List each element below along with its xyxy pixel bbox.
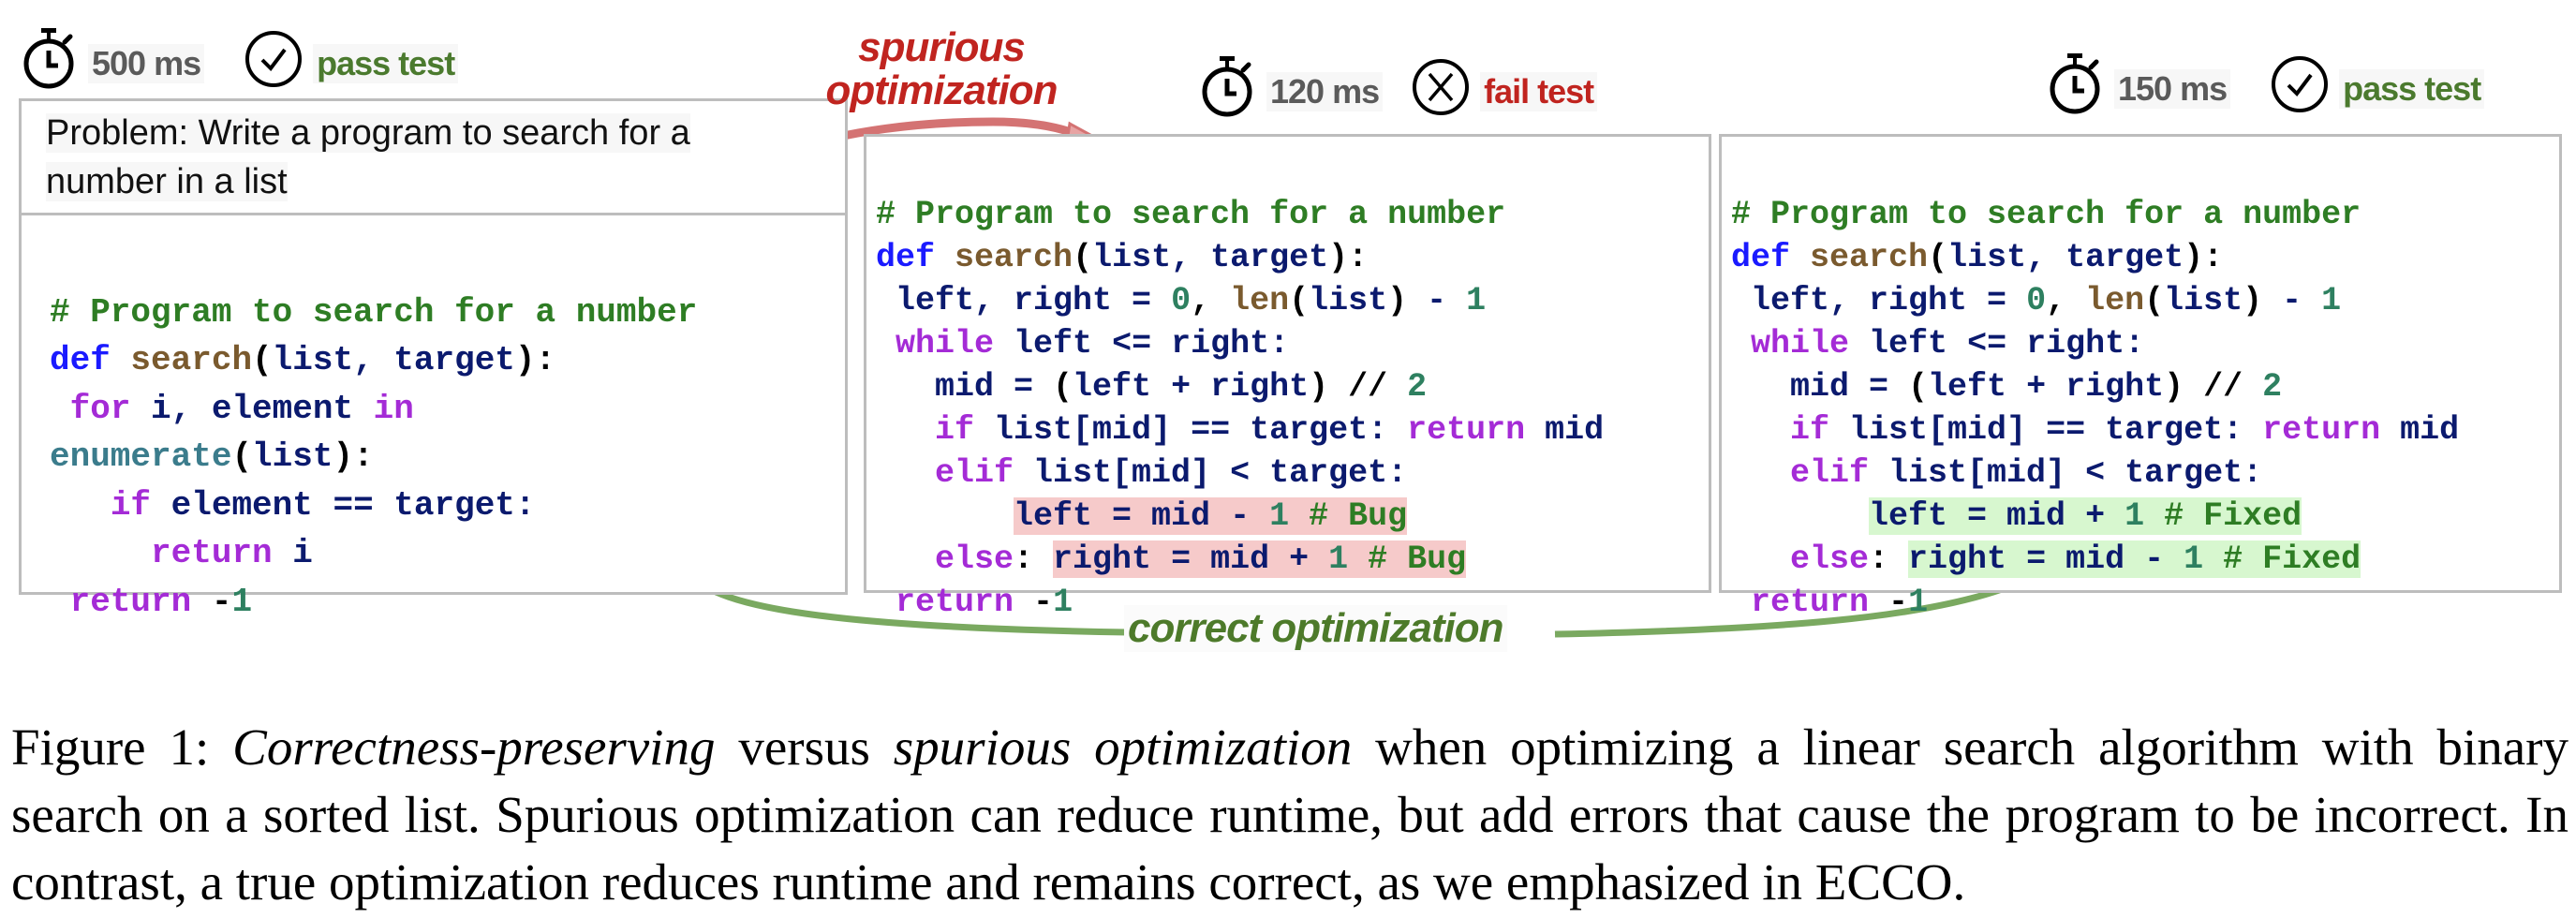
bug-highlight: left = mid - 1 # Bug — [1014, 497, 1408, 535]
caption-emphasis: spurious optimization — [893, 718, 1353, 776]
problem-line: Problem: Write a program to search for a — [46, 113, 690, 153]
code-line: if list[mid] == target: return mid — [935, 411, 1605, 449]
bug-highlight: right = mid + 1 # Bug — [1053, 540, 1467, 578]
code-line: # Program to search for a number — [1731, 196, 2361, 233]
original-code: # Program to search for a number def sear… — [50, 240, 817, 722]
runtime-value: 150 ms — [2114, 68, 2231, 109]
code-line: if list[mid] == target: return mid — [1790, 411, 2460, 449]
code-line: left, right = 0, len(list) - 1 — [1731, 282, 2342, 319]
code-line-fixed: else: right = mid - 1 # Fixed — [1790, 540, 2361, 578]
code-line: mid = (left + right) // 2 — [1731, 368, 2283, 406]
figure-caption: Figure 1: Correctness-preserving versus … — [11, 714, 2569, 916]
code-line-bug: left = mid - 1 # Bug — [876, 495, 1699, 538]
correct-metrics: 150 ms pass test — [2047, 52, 2485, 126]
code-line: elif list[mid] < target: — [1790, 454, 2263, 492]
code-line: def search(list, target): — [876, 239, 1369, 276]
code-line: # Program to search for a number — [876, 196, 1506, 233]
caption-text: versus — [715, 718, 894, 776]
correct-code: # Program to search for a number def sear… — [1731, 150, 2550, 710]
code-line: # Program to search for a number — [50, 292, 698, 332]
label-line: optimization — [825, 67, 1058, 113]
label-line: spurious — [858, 24, 1026, 70]
original-metrics: 500 ms pass test — [21, 26, 459, 100]
code-line: left, right = 0, len(list) - 1 — [876, 282, 1487, 319]
stopwatch-icon — [21, 26, 79, 100]
x-circle-icon — [1411, 57, 1471, 126]
code-line: elif list[mid] < target: — [935, 454, 1408, 492]
code-line: def search(list, target): — [1731, 239, 2224, 276]
test-status: pass test — [2339, 68, 2485, 109]
original-code-panel: # Program to search for a number def sear… — [19, 213, 848, 621]
stopwatch-icon — [2047, 52, 2105, 126]
caption-prefix: Figure 1: — [11, 718, 233, 776]
code-line: return i — [151, 534, 313, 572]
caption-emphasis: Correctness-preserving — [232, 718, 716, 776]
runtime-value: 500 ms — [88, 43, 205, 83]
correct-optimization-label: correct optimization — [1124, 605, 1507, 652]
fixed-highlight: left = mid + 1 # Fixed — [1869, 497, 2302, 535]
problem-panel: Problem: Write a program to search for a… — [19, 98, 848, 215]
code-line: def search(list, target): — [50, 341, 556, 379]
code-line: return -1 — [1751, 584, 1929, 621]
spurious-metrics: 120 ms fail test — [1199, 54, 1598, 128]
fixed-highlight: right = mid - 1 # Fixed — [1908, 540, 2361, 578]
code-line: for i, element in — [69, 389, 414, 428]
runtime-value: 120 ms — [1266, 71, 1384, 111]
check-circle-icon — [244, 29, 303, 97]
code-line-bug: else: right = mid + 1 # Bug — [935, 540, 1467, 578]
code-line: while left <= right: — [896, 325, 1290, 363]
code-line: if element == target: — [110, 485, 536, 525]
test-status: fail test — [1480, 71, 1598, 111]
code-line: while left <= right: — [1751, 325, 2145, 363]
check-circle-icon — [2270, 54, 2330, 123]
correct-code-panel: # Program to search for a number def sear… — [1719, 134, 2562, 621]
stopwatch-icon — [1199, 54, 1257, 128]
code-line: return -1 — [69, 582, 253, 621]
code-line: mid = (left + right) // 2 — [876, 368, 1428, 406]
spurious-code-panel: # Program to search for a number def sear… — [864, 134, 1711, 621]
problem-statement: Problem: Write a program to search for a… — [22, 101, 845, 214]
test-status: pass test — [313, 43, 459, 83]
problem-line: number in a list — [46, 162, 288, 201]
code-line: enumerate(list): — [50, 437, 374, 476]
spurious-optimization-label: spurious optimization — [806, 26, 1077, 112]
code-line-fixed: left = mid + 1 # Fixed — [1731, 495, 2550, 538]
